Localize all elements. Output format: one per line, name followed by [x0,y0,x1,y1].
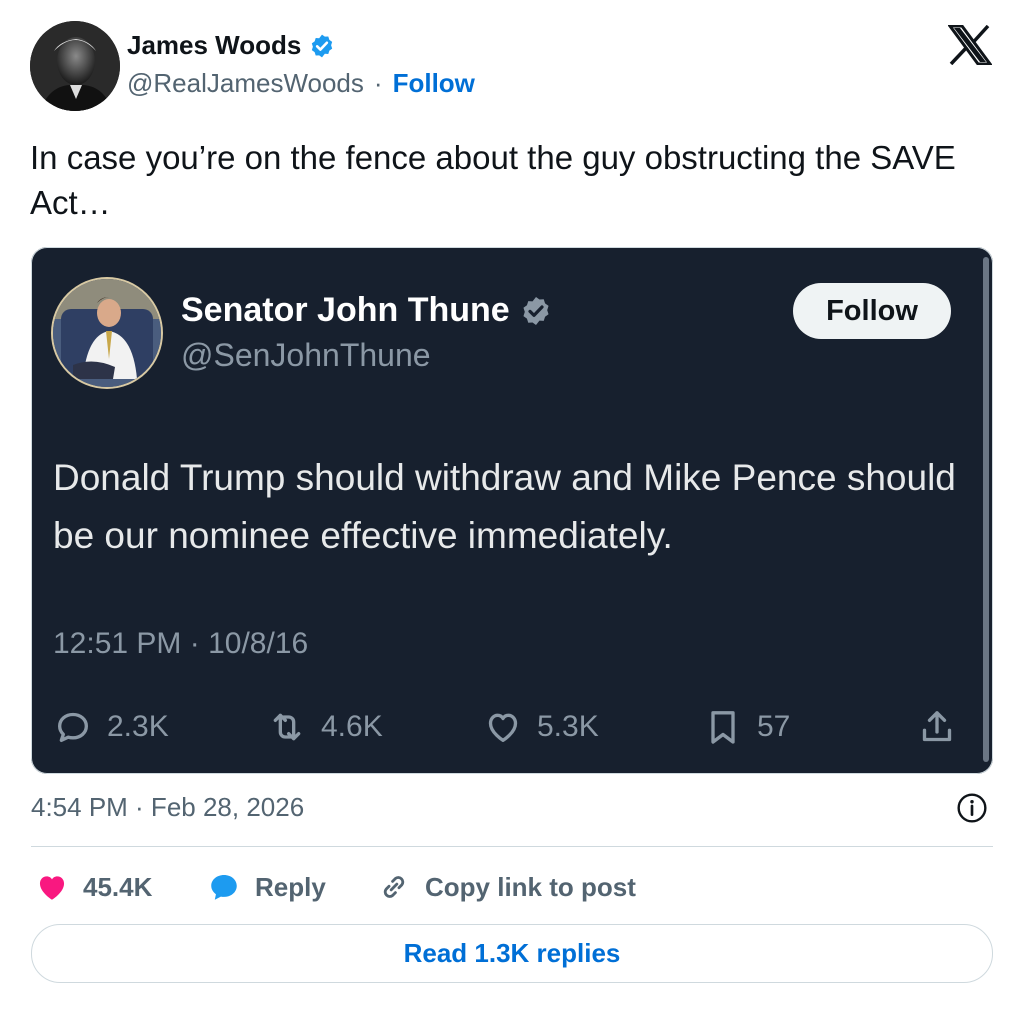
author-avatar[interactable] [30,21,120,111]
read-replies-button[interactable]: Read 1.3K replies [31,924,993,983]
like-count: 45.4K [83,871,153,902]
embedded-post-text: Donald Trump should withdraw and Mike Pe… [53,457,956,556]
embedded-share-stat [917,705,957,749]
reply-bubble-filled-icon [211,874,237,900]
x-logo-icon[interactable] [948,25,992,65]
embedded-post-image[interactable]: Senator John Thune @SenJohnThune Follow … [31,247,993,774]
embedded-bookmark-stat: 57 [703,705,790,749]
embedded-post-actions: 2.3K 4.6K 5.3K 57 [53,705,965,749]
post-timestamp[interactable]: 4:54 PM · Feb 28, 2026 [31,792,304,823]
embedded-tweet-card: James Woods @RealJamesWoods · Follow In … [0,0,1024,1013]
embedded-reply-count: 2.3K [107,710,169,743]
author-name[interactable]: James Woods [127,30,301,61]
embedded-author-name-row: Senator John Thune [181,291,552,330]
reply-label: Reply [255,871,326,902]
link-icon [383,876,405,898]
embedded-repost-stat: 4.6K [267,705,383,749]
read-replies-label: Read 1.3K replies [403,938,621,968]
copy-link-button[interactable]: Copy link to post [377,866,636,908]
handle-separator: · [373,68,383,98]
reply-bubble-icon [58,712,89,742]
embedded-author-avatar [53,279,161,387]
embedded-author-handle: @SenJohnThune [181,337,431,373]
heart-outline-icon [488,713,518,742]
embedded-reply-stat: 2.3K [53,705,169,749]
share-icon [922,711,952,742]
embedded-post-timestamp: 12:51 PM · 10/8/16 [53,627,309,660]
reply-button[interactable]: Reply [207,866,326,908]
copy-link-label: Copy link to post [425,871,636,902]
embedded-author-name: Senator John Thune [181,291,510,329]
heart-filled-icon [39,876,65,900]
author-handle[interactable]: @RealJamesWoods [127,68,364,99]
like-button[interactable]: 45.4K [35,866,152,908]
author-handle-row: @RealJamesWoods · Follow [127,68,475,99]
gray-verified-badge-icon [523,296,549,325]
verified-badge-icon [312,34,333,57]
embedded-like-stat: 5.3K [483,705,599,749]
info-icon[interactable] [956,792,988,824]
embedded-bookmark-count: 57 [757,710,791,743]
author-name-row: James Woods [127,30,335,61]
author-avatar-image [30,21,120,111]
tweet-text: In case you’re on the fence about the gu… [30,139,956,221]
repost-icon [273,713,301,741]
footer-divider [31,846,993,847]
follow-link[interactable]: Follow [393,68,475,99]
embedded-like-count: 5.3K [537,710,599,743]
embed-scrollbar [983,257,989,762]
embedded-follow-button: Follow [793,283,951,339]
embedded-avatar-image [53,279,161,387]
embedded-repost-count: 4.6K [321,710,383,743]
bookmark-icon [711,711,735,744]
